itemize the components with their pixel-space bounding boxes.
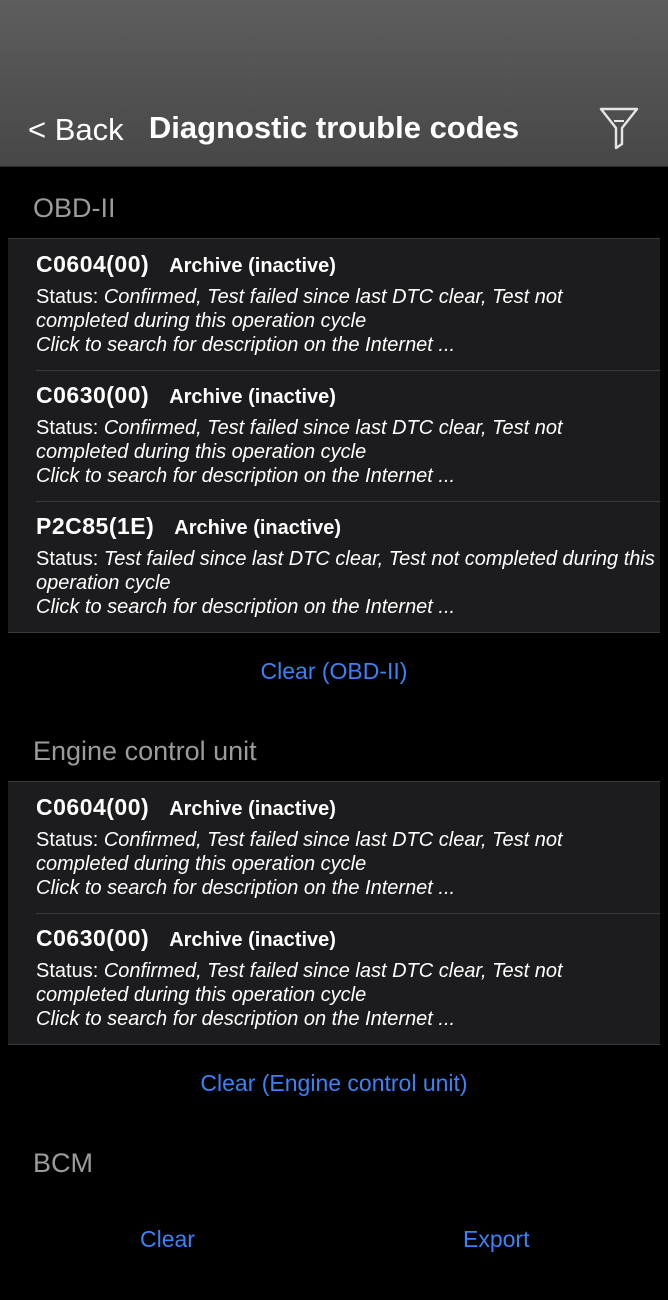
funnel-icon (599, 107, 639, 150)
dtc-list[interactable]: OBD-II C0604(00) Archive (inactive) Stat… (0, 166, 668, 1182)
section-header-bcm: BCM (33, 1148, 93, 1178)
dtc-group-engine-control-unit: C0604(00) Archive (inactive) Status: Con… (8, 781, 660, 1045)
search-hint: Click to search for description on the I… (36, 596, 456, 618)
status-value: Confirmed, Test failed since last DTC cl… (36, 960, 563, 1006)
navigation-bar: < Back Diagnostic trouble codes (0, 0, 668, 167)
dtc-code: C0630(00) (36, 382, 150, 408)
status-value: Confirmed, Test failed since last DTC cl… (36, 829, 563, 875)
dtc-state: Archive (inactive) (174, 517, 342, 539)
dtc-state: Archive (inactive) (169, 929, 336, 951)
search-hint: Click to search for description on the I… (36, 1008, 456, 1030)
dtc-row[interactable]: C0630(00) Archive (inactive) Status: Con… (8, 370, 660, 501)
dtc-row[interactable]: C0630(00) Archive (inactive) Status: Con… (8, 913, 660, 1044)
status-label: Status: (36, 829, 104, 851)
status-label: Status: (36, 548, 104, 570)
dtc-state: Archive (inactive) (169, 798, 336, 820)
clear-obd2-button[interactable]: Clear (OBD-II) (0, 633, 668, 709)
dtc-code: C0630(00) (36, 925, 150, 951)
dtc-status: Status: Confirmed, Test failed since las… (36, 959, 660, 1007)
dtc-code: C0604(00) (36, 251, 150, 277)
section-header-engine-control-unit: Engine control unit (33, 736, 257, 766)
dtc-status: Status: Confirmed, Test failed since las… (36, 828, 660, 876)
status-label: Status: (36, 286, 104, 308)
status-value: Confirmed, Test failed since last DTC cl… (36, 286, 563, 332)
dtc-code: P2C85(1E) (36, 513, 155, 539)
search-hint: Click to search for description on the I… (36, 465, 456, 487)
filter-button[interactable] (598, 106, 640, 150)
dtc-code: C0604(00) (36, 794, 150, 820)
section-header-obd2: OBD-II (33, 193, 116, 223)
dtc-state: Archive (inactive) (169, 386, 336, 408)
dtc-state: Archive (inactive) (169, 255, 336, 277)
dtc-row[interactable]: P2C85(1E) Archive (inactive) Status: Tes… (8, 501, 660, 632)
dtc-status: Status: Confirmed, Test failed since las… (36, 285, 660, 333)
dtc-group-obd2: C0604(00) Archive (inactive) Status: Con… (8, 238, 660, 633)
clear-all-button[interactable]: Clear (140, 1224, 195, 1254)
dtc-row[interactable]: C0604(00) Archive (inactive) Status: Con… (8, 239, 660, 370)
status-value: Confirmed, Test failed since last DTC cl… (36, 417, 563, 463)
clear-engine-control-unit-button[interactable]: Clear (Engine control unit) (0, 1045, 668, 1121)
export-button[interactable]: Export (463, 1224, 529, 1254)
dtc-status: Status: Confirmed, Test failed since las… (36, 416, 660, 464)
bottom-toolbar: Clear Export (0, 1182, 668, 1300)
search-hint: Click to search for description on the I… (36, 334, 456, 356)
back-button[interactable]: < Back (28, 110, 124, 150)
status-value: Test failed since last DTC clear, Test n… (36, 548, 655, 594)
status-label: Status: (36, 960, 104, 982)
search-hint: Click to search for description on the I… (36, 877, 456, 899)
dtc-row[interactable]: C0604(00) Archive (inactive) Status: Con… (8, 782, 660, 913)
status-label: Status: (36, 417, 104, 439)
dtc-status: Status: Test failed since last DTC clear… (36, 547, 660, 595)
